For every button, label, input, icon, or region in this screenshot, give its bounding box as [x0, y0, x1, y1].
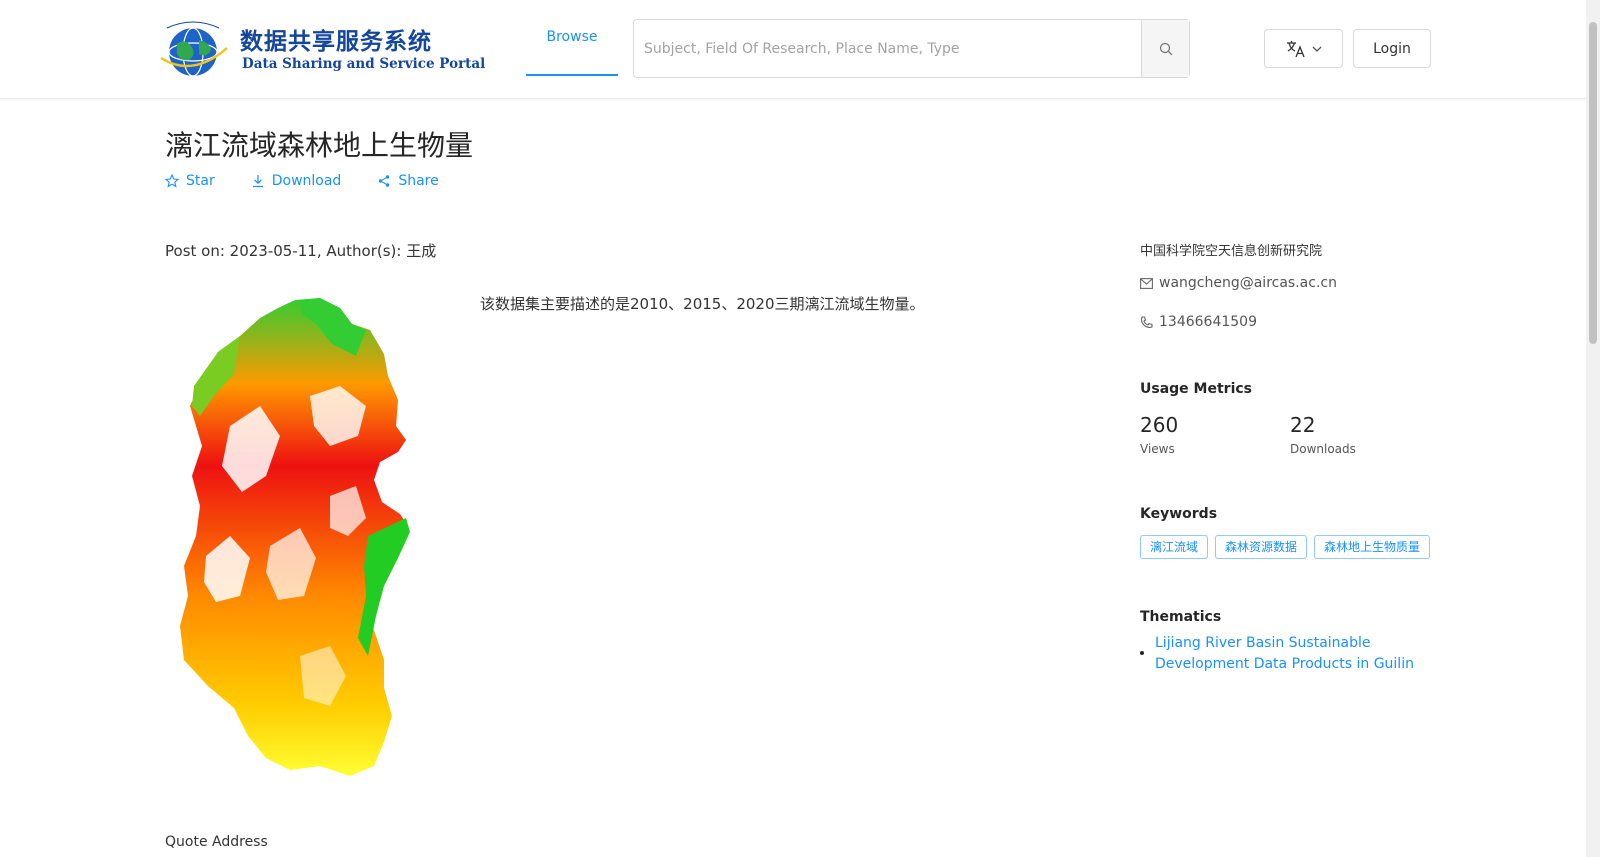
page-scrollbar[interactable] [1586, 0, 1600, 857]
downloads-count: 22 [1290, 413, 1316, 437]
email-text[interactable]: wangcheng@aircas.ac.cn [1159, 275, 1337, 291]
bullet-dot [1140, 651, 1144, 655]
views-count: 260 [1140, 413, 1179, 437]
mail-icon [1140, 277, 1153, 289]
download-label: Download [271, 173, 342, 189]
share-icon [379, 175, 390, 187]
dataset-title: 漓江流域森林地上生物量 [165, 129, 474, 162]
usage-metrics-title: Usage Metrics [1140, 381, 1252, 397]
biomass-map-image [180, 298, 410, 776]
keyword-tags: 漓江流域 森林资源数据 森林地上生物质量 [1140, 535, 1431, 559]
keywords-title: Keywords [1140, 506, 1218, 522]
translate-icon [1286, 40, 1305, 57]
thematics-title: Thematics [1140, 609, 1222, 625]
nav-browse-tab[interactable]: Browse [526, 0, 618, 76]
language-switch-button[interactable] [1264, 29, 1343, 68]
star-label: Star [186, 173, 215, 189]
post-info: Post on: 2023-05-11, Author(s): 王成 [165, 242, 437, 260]
portal-logo[interactable]: 数据共享服务系统 Data Sharing and Service Portal [153, 18, 485, 80]
keyword-tag[interactable]: 森林资源数据 [1215, 535, 1308, 559]
search-icon [1159, 42, 1172, 55]
star-icon [165, 174, 179, 188]
phone-icon [1140, 315, 1153, 328]
top-header: 数据共享服务系统 Data Sharing and Service Portal… [0, 0, 1586, 99]
dataset-description: 该数据集主要描述的是2010、2015、2020三期漓江流域生物量。 [480, 295, 925, 313]
login-button[interactable]: Login [1353, 29, 1431, 68]
logo-title-en: Data Sharing and Service Portal [242, 56, 486, 72]
contact-email[interactable]: wangcheng@aircas.ac.cn [1140, 275, 1337, 291]
views-label: Views [1140, 442, 1175, 456]
share-button[interactable]: Share [377, 173, 439, 189]
star-button[interactable]: Star [165, 173, 215, 189]
logo-title-cn: 数据共享服务系统 [240, 28, 432, 55]
search-bar [633, 19, 1190, 78]
search-input[interactable] [634, 20, 1141, 77]
chevron-down-icon [1312, 46, 1321, 52]
organization-name: 中国科学院空天信息创新研究院 [1140, 244, 1323, 259]
keyword-tag[interactable]: 漓江流域 [1140, 535, 1209, 559]
search-button[interactable] [1141, 20, 1189, 77]
download-button[interactable]: Download [251, 173, 342, 189]
phone-text: 13466641509 [1159, 314, 1257, 330]
dataset-actions: Star Download Share [165, 173, 475, 189]
thematic-link[interactable]: Lijiang River Basin Sustainable Developm… [1155, 633, 1425, 675]
scrollbar-thumb[interactable] [1589, 22, 1597, 344]
thematic-list-item: Lijiang River Basin Sustainable Developm… [1140, 633, 1440, 675]
download-icon [252, 175, 263, 188]
globe-logo-icon [160, 21, 228, 77]
quote-address-heading: Quote Address [165, 834, 268, 850]
share-label: Share [398, 173, 439, 189]
contact-phone: 13466641509 [1140, 314, 1257, 330]
keyword-tag[interactable]: 森林地上生物质量 [1314, 535, 1431, 559]
downloads-label: Downloads [1290, 442, 1356, 456]
